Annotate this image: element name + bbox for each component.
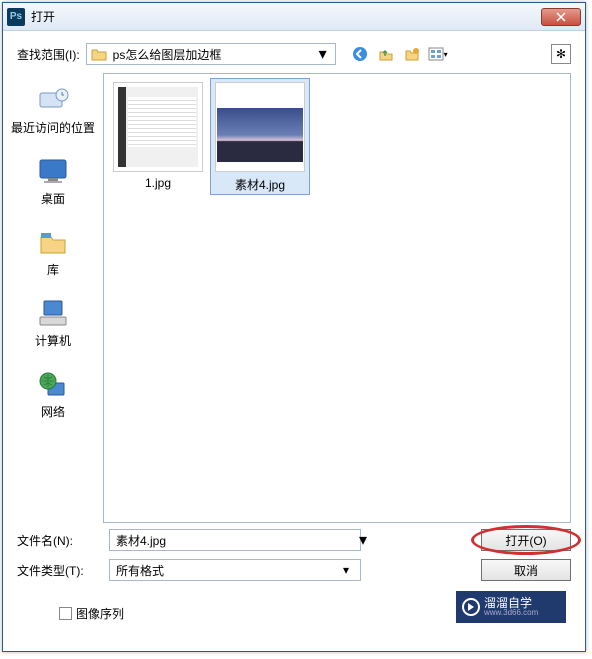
sidebar-label: 网络 — [41, 403, 65, 420]
places-sidebar: 最近访问的位置 桌面 库 计算机 网络 — [3, 73, 103, 523]
filename-label: 文件名(N): — [17, 532, 97, 549]
image-sequence-label: 图像序列 — [76, 605, 124, 622]
filetype-label: 文件类型(T): — [17, 562, 97, 579]
file-item[interactable]: 1.jpg — [108, 78, 208, 192]
chevron-down-icon: ▾ — [444, 50, 448, 59]
window-title: 打开 — [31, 8, 541, 25]
look-in-label: 查找范围(I): — [17, 46, 80, 63]
computer-icon — [38, 299, 68, 327]
close-icon — [556, 12, 566, 22]
watermark-url: www.3d66.com — [484, 609, 538, 617]
toolbar-icons: ▾ — [350, 44, 448, 64]
filename-row: 文件名(N): ▾ 打开(O) — [17, 529, 571, 551]
filename-input[interactable] — [109, 529, 361, 551]
sidebar-item-computer[interactable]: 计算机 — [3, 292, 103, 363]
sidebar-label: 库 — [47, 261, 59, 278]
sidebar-label: 计算机 — [35, 332, 71, 349]
look-in-row: 查找范围(I): ps怎么给图层加边框 ▾ ▾ ✻ — [3, 31, 585, 73]
sidebar-label: 最近访问的位置 — [11, 119, 95, 136]
titlebar: Ps 打开 — [3, 3, 585, 31]
desktop-icon — [38, 158, 68, 184]
recent-icon — [36, 85, 70, 115]
folder-icon — [91, 47, 107, 61]
chevron-down-icon: ▾ — [338, 562, 354, 578]
close-button[interactable] — [541, 8, 581, 26]
file-thumbnail — [215, 82, 305, 172]
file-item-selected[interactable]: 素材4.jpg — [210, 78, 310, 195]
look-in-dropdown[interactable]: ps怎么给图层加边框 ▾ — [86, 43, 336, 65]
sidebar-item-network[interactable]: 网络 — [3, 363, 103, 434]
watermark: 溜溜自学 www.3d66.com — [456, 591, 566, 623]
filetype-dropdown[interactable]: 所有格式 ▾ — [109, 559, 361, 581]
sidebar-item-desktop[interactable]: 桌面 — [3, 150, 103, 221]
open-button[interactable]: 打开(O) — [481, 529, 571, 551]
chevron-down-icon[interactable]: ▾ — [355, 532, 371, 548]
look-in-value: ps怎么给图层加边框 — [113, 46, 222, 63]
back-button[interactable] — [350, 44, 370, 64]
open-dialog: Ps 打开 查找范围(I): ps怎么给图层加边框 ▾ ▾ — [2, 2, 586, 652]
new-folder-icon — [404, 46, 420, 62]
file-list[interactable]: 1.jpg 素材4.jpg — [103, 73, 571, 523]
file-name: 素材4.jpg — [212, 176, 308, 193]
sidebar-item-recent[interactable]: 最近访问的位置 — [3, 79, 103, 150]
filetype-row: 文件类型(T): 所有格式 ▾ 取消 — [17, 559, 571, 581]
file-thumbnail — [113, 82, 203, 172]
chevron-down-icon: ▾ — [315, 46, 331, 62]
image-sequence-checkbox[interactable] — [59, 607, 72, 620]
up-button[interactable] — [376, 44, 396, 64]
cancel-button[interactable]: 取消 — [481, 559, 571, 581]
file-name: 1.jpg — [110, 176, 206, 190]
jump-to-button[interactable]: ✻ — [551, 44, 571, 64]
play-icon — [462, 598, 480, 616]
star-icon: ✻ — [556, 47, 566, 61]
app-icon: Ps — [7, 8, 25, 26]
libraries-icon — [38, 229, 68, 255]
new-folder-button[interactable] — [402, 44, 422, 64]
network-icon — [38, 371, 68, 397]
sidebar-item-libraries[interactable]: 库 — [3, 221, 103, 292]
view-menu-button[interactable]: ▾ — [428, 44, 448, 64]
up-folder-icon — [378, 46, 394, 62]
filetype-value: 所有格式 — [116, 562, 164, 579]
sidebar-label: 桌面 — [41, 190, 65, 207]
view-icon — [428, 46, 444, 62]
back-icon — [352, 46, 368, 62]
middle-area: 最近访问的位置 桌面 库 计算机 网络 1.jpg — [3, 73, 585, 523]
